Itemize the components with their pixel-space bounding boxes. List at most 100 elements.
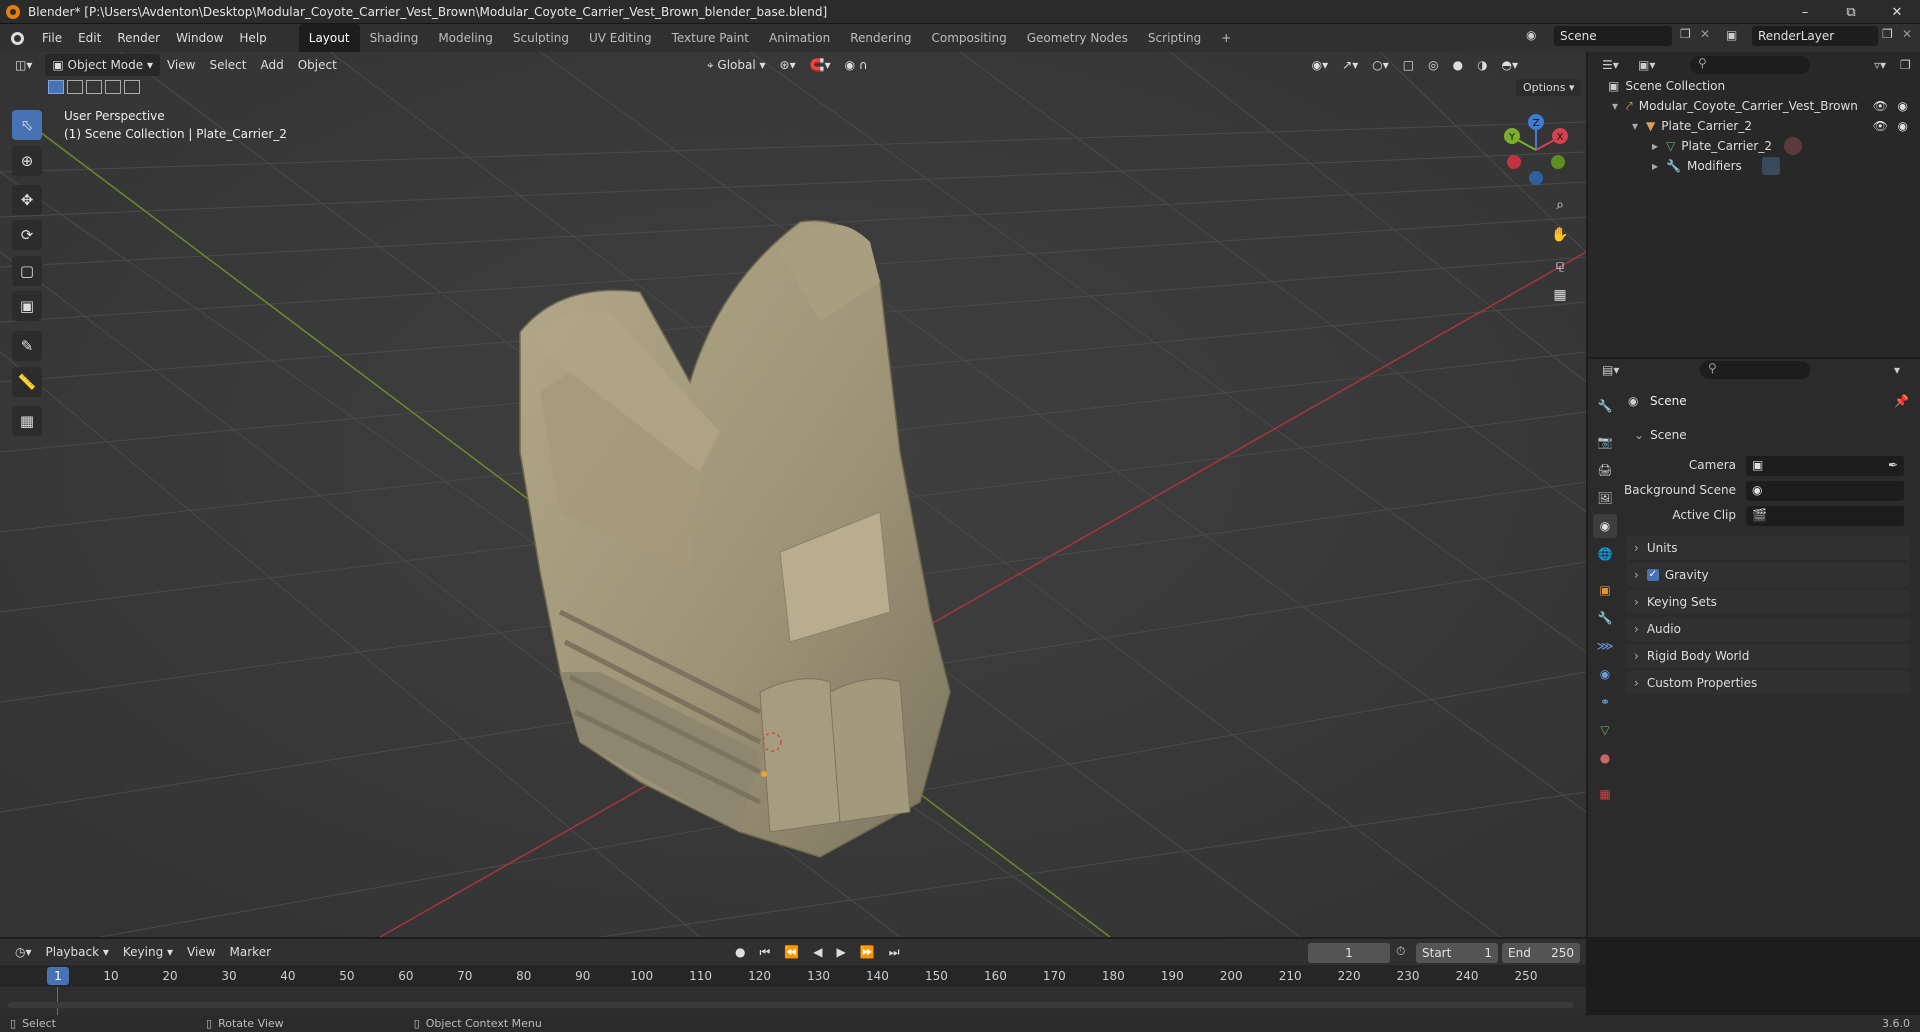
- material-icon[interactable]: [1783, 137, 1802, 155]
- menu-help[interactable]: Help: [231, 24, 274, 52]
- select-extend-icon[interactable]: [67, 80, 83, 94]
- data-tab-icon[interactable]: ▽: [1593, 718, 1617, 742]
- world-tab-icon[interactable]: 🌐: [1593, 542, 1617, 566]
- outliner-search-input[interactable]: ⚲: [1690, 56, 1810, 74]
- minimize-icon[interactable]: –: [1782, 0, 1828, 24]
- proportional-edit-icon[interactable]: ◉ ∩: [838, 54, 875, 76]
- material-tab-icon[interactable]: ●: [1593, 746, 1617, 770]
- menu-window[interactable]: Window: [168, 24, 231, 52]
- viewport-menu-object[interactable]: Object: [291, 54, 344, 76]
- render-tab-icon[interactable]: 📷: [1593, 430, 1617, 454]
- mode-select[interactable]: ▣ Object Mode ▾: [45, 54, 160, 76]
- viewport-menu-view[interactable]: View: [160, 54, 202, 76]
- tool-tab-icon[interactable]: 🔧: [1593, 394, 1617, 418]
- timeline-editor-type-icon[interactable]: ◷▾: [8, 941, 39, 963]
- properties-editor-type-icon[interactable]: ▤▾: [1602, 363, 1619, 377]
- render-camera-icon[interactable]: ◉: [1898, 96, 1908, 116]
- select-invert-icon[interactable]: [105, 80, 121, 94]
- pin-icon[interactable]: 📌: [1894, 394, 1909, 408]
- rotate-tool[interactable]: ⟳: [12, 220, 42, 250]
- stopwatch-icon[interactable]: ⏱: [1396, 944, 1405, 959]
- current-frame-field[interactable]: 1: [1308, 943, 1390, 963]
- gizmo-toggle-icon[interactable]: ↗▾: [1335, 54, 1365, 76]
- camera-field[interactable]: ▣ ✒: [1746, 456, 1904, 476]
- view-layer-icon[interactable]: ▣: [1726, 28, 1737, 42]
- modifier-icon[interactable]: [1761, 157, 1780, 175]
- scene-field[interactable]: Scene: [1554, 26, 1672, 46]
- object-tab-icon[interactable]: ▣: [1593, 578, 1617, 602]
- custom-properties-panel[interactable]: › Custom Properties: [1626, 671, 1910, 695]
- select-new-icon[interactable]: [48, 80, 64, 94]
- menu-edit[interactable]: Edit: [70, 24, 109, 52]
- outliner-row-collection[interactable]: ▾ ⤤ Modular_Coyote_Carrier_Vest_Brown 👁 ◉: [1612, 96, 1914, 116]
- end-frame-field[interactable]: End 250: [1502, 943, 1580, 963]
- xray-icon[interactable]: □: [1396, 54, 1421, 76]
- shading-solid-icon[interactable]: ●: [1446, 54, 1470, 76]
- start-frame-field[interactable]: Start 1: [1416, 943, 1498, 963]
- workspace-tab-modeling[interactable]: Modeling: [428, 24, 503, 52]
- workspace-tab-layout[interactable]: Layout: [298, 24, 360, 52]
- active-clip-field[interactable]: 🎬: [1746, 506, 1904, 526]
- cursor-tool[interactable]: ⊕: [12, 146, 42, 176]
- visibility-icon[interactable]: ◉▾: [1305, 54, 1336, 76]
- timeline-scrollbar[interactable]: [8, 1002, 1574, 1008]
- maximize-icon[interactable]: ⧉: [1828, 0, 1874, 24]
- rigid-body-world-panel[interactable]: › Rigid Body World: [1626, 644, 1910, 668]
- units-panel[interactable]: › Units: [1626, 536, 1910, 560]
- perspective-grid-icon[interactable]: ▦: [1547, 282, 1573, 308]
- workspace-tab-texture-paint[interactable]: Texture Paint: [662, 24, 759, 52]
- menu-render[interactable]: Render: [109, 24, 168, 52]
- delete-view-layer-icon[interactable]: ✕: [1902, 27, 1912, 41]
- workspace-tab-uv-editing[interactable]: UV Editing: [579, 24, 662, 52]
- expand-chevron-icon[interactable]: ▾: [1612, 96, 1618, 116]
- texture-tab-icon[interactable]: ▦: [1593, 782, 1617, 806]
- visibility-eye-icon[interactable]: 👁: [1873, 96, 1888, 116]
- editor-type-icon[interactable]: ◫▾: [8, 54, 39, 76]
- workspace-tab-rendering[interactable]: Rendering: [840, 24, 921, 52]
- options-dropdown[interactable]: Options ▾: [1516, 79, 1582, 96]
- workspace-tab-animation[interactable]: Animation: [759, 24, 840, 52]
- scale-tool[interactable]: ▢: [12, 256, 42, 286]
- audio-panel[interactable]: › Audio: [1626, 617, 1910, 641]
- overlay-toggle-icon[interactable]: ○▾: [1365, 54, 1396, 76]
- navigation-gizmo[interactable]: Z X Y: [1496, 110, 1576, 190]
- transform-orientation-select[interactable]: ⌖ Global ▾: [700, 54, 773, 76]
- render-layer-field[interactable]: RenderLayer: [1752, 26, 1878, 46]
- workspace-tab-geometry-nodes[interactable]: Geometry Nodes: [1017, 24, 1138, 52]
- select-intersect-icon[interactable]: [124, 80, 140, 94]
- gizmo-neg-x-axis[interactable]: [1507, 155, 1521, 169]
- scene-panel-header[interactable]: ⌄ Scene: [1626, 423, 1910, 447]
- snap-icon[interactable]: 🧲▾: [803, 54, 838, 76]
- prev-keyframe-icon[interactable]: ⏪: [777, 941, 806, 963]
- outliner-row-modifiers[interactable]: ▸ 🔧 Modifiers: [1652, 156, 1780, 176]
- keying-sets-panel[interactable]: › Keying Sets: [1626, 590, 1910, 614]
- delete-scene-icon[interactable]: ✕: [1700, 27, 1710, 41]
- add-workspace-icon[interactable]: +: [1211, 24, 1241, 52]
- gizmo-neg-z-axis[interactable]: [1529, 171, 1543, 185]
- scene-selector-icon[interactable]: ◉: [1526, 28, 1544, 46]
- gravity-panel[interactable]: › ✓ Gravity: [1626, 563, 1910, 587]
- outliner-row-scene-collection[interactable]: ▣ Scene Collection: [1608, 76, 1725, 96]
- zoom-icon[interactable]: ⌕: [1547, 192, 1573, 218]
- add-cube-tool[interactable]: ▦: [12, 406, 42, 436]
- collapse-chevron-icon[interactable]: ▸: [1652, 136, 1658, 156]
- jump-start-icon[interactable]: ⏮: [753, 941, 778, 963]
- expand-chevron-icon[interactable]: ▾: [1632, 116, 1638, 136]
- display-mode-icon[interactable]: ▣▾: [1638, 58, 1655, 72]
- jump-end-icon[interactable]: ⏭: [882, 941, 907, 963]
- viewport-menu-add[interactable]: Add: [254, 54, 291, 76]
- new-view-layer-icon[interactable]: ❐: [1882, 27, 1893, 41]
- timeline-menu-keying[interactable]: Keying ▾: [116, 941, 180, 963]
- camera-view-icon[interactable]: ⚼: [1547, 252, 1573, 278]
- play-reverse-icon[interactable]: ◀: [806, 941, 829, 963]
- shading-rendered-icon[interactable]: ◓▾: [1495, 54, 1526, 76]
- modifier-tab-icon[interactable]: 🔧: [1593, 606, 1617, 630]
- properties-options-icon[interactable]: ▾: [1894, 363, 1900, 377]
- workspace-tab-sculpting[interactable]: Sculpting: [503, 24, 579, 52]
- timeline-menu-view[interactable]: View: [180, 941, 222, 963]
- gizmo-neg-y-axis[interactable]: [1551, 155, 1565, 169]
- menu-file[interactable]: File: [34, 24, 70, 52]
- outliner-row-mesh[interactable]: ▸ ▽ Plate_Carrier_2: [1652, 136, 1802, 156]
- properties-search-input[interactable]: ⚲: [1700, 361, 1810, 379]
- move-tool[interactable]: ✥: [12, 185, 42, 215]
